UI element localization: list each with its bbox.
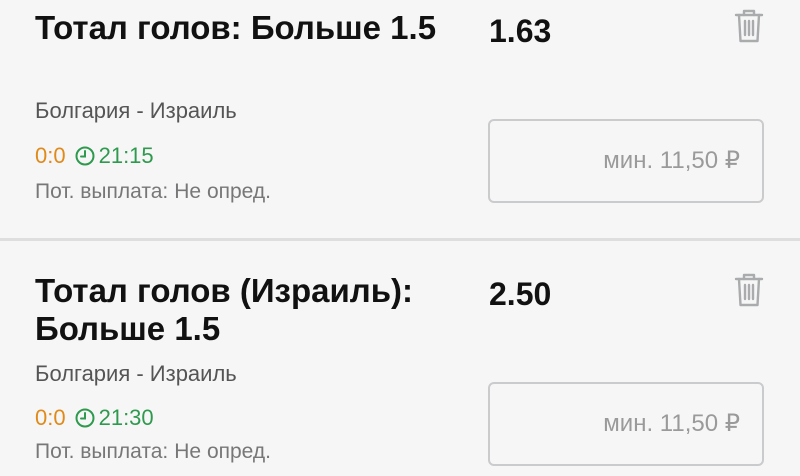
payout-label: Пот. выплата: — [35, 180, 169, 203]
payout-value: Не опред. — [174, 440, 271, 463]
clock-icon — [75, 146, 95, 166]
match-name: Болгария - Израиль — [35, 98, 237, 123]
payout-label: Пот. выплата: — [35, 440, 169, 463]
match-name: Болгария - Израиль — [35, 361, 237, 386]
payout-value: Не опред. — [174, 180, 271, 203]
match-status: 0:0 21:30 — [35, 405, 154, 431]
trash-icon — [734, 9, 764, 43]
match-time: 21:30 — [98, 405, 154, 430]
match-status: 0:0 21:15 — [35, 143, 154, 169]
odds-value: 2.50 — [489, 276, 552, 312]
potential-payout: Пот. выплата: Не опред. — [35, 440, 271, 464]
trash-icon — [734, 273, 764, 307]
market-title: Тотал голов: Больше 1.5 — [35, 9, 437, 46]
match-score: 0:0 — [35, 405, 66, 430]
delete-bet-button[interactable] — [734, 273, 764, 307]
odds-value: 1.63 — [489, 13, 552, 49]
bet-slip-item: Тотал голов (Израиль): Больше 1.5 2.50 Б… — [0, 241, 800, 476]
stake-input[interactable] — [488, 119, 764, 203]
match-time: 21:15 — [98, 143, 154, 168]
clock-icon — [75, 408, 95, 428]
stake-input[interactable] — [488, 382, 764, 466]
bet-slip-item: Тотал голов: Больше 1.5 1.63 Болгария - … — [0, 0, 800, 238]
match-score: 0:0 — [35, 143, 66, 168]
market-title: Тотал голов (Израиль): Больше 1.5 — [35, 272, 413, 347]
delete-bet-button[interactable] — [734, 9, 764, 43]
potential-payout: Пот. выплата: Не опред. — [35, 180, 271, 204]
